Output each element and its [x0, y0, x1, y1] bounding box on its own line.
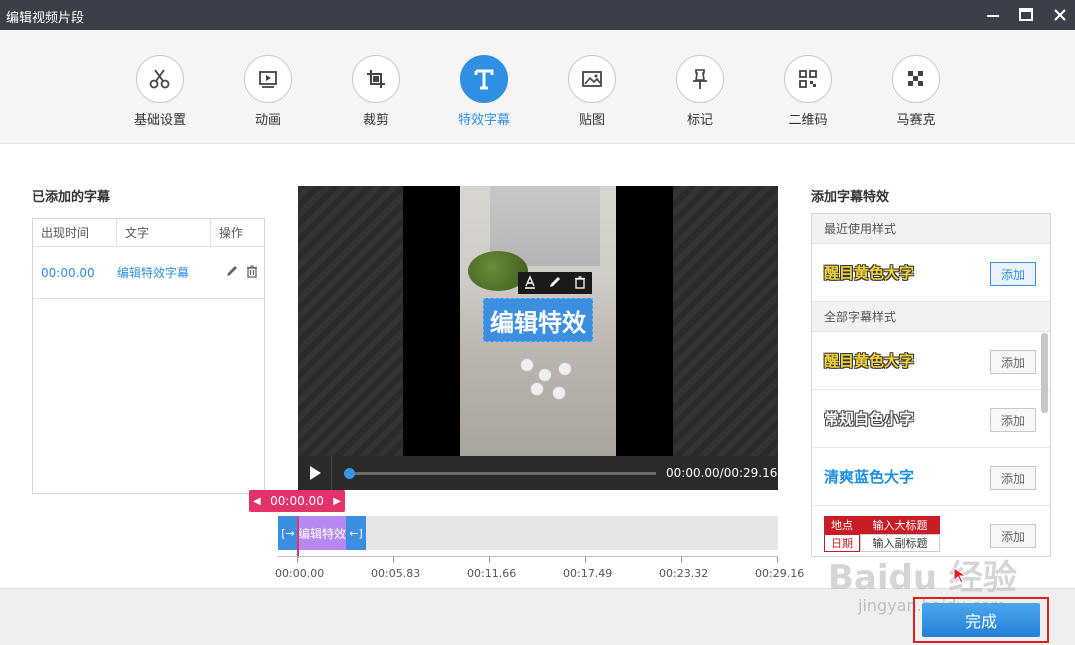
tab-label: 特效字幕 — [457, 113, 510, 128]
maximize-icon — [1019, 8, 1033, 21]
video-preview: 编辑特效 00:00.00/00:29.16 — [298, 186, 778, 490]
mosaic-icon — [892, 55, 940, 103]
font-style-icon[interactable] — [523, 274, 537, 292]
tool-tabs: 基础设置 动画 裁剪 特效字幕 贴图 标记 二维码 马赛克 — [0, 30, 1075, 144]
text-icon — [460, 55, 508, 103]
style-name: 醒目黄色大字 — [824, 352, 915, 370]
tab-mark[interactable]: 标记 — [655, 55, 745, 130]
tab-label: 基础设置 — [133, 113, 186, 128]
add-style-button[interactable]: 添加 — [990, 408, 1036, 432]
style-name: 醒目黄色大字 — [824, 264, 915, 282]
column-header: 出现时间 — [33, 219, 117, 246]
style-item[interactable]: 常规白色小字 添加 — [812, 390, 1050, 448]
play-icon — [309, 466, 321, 480]
delete-icon[interactable] — [245, 264, 259, 281]
done-button[interactable]: 完成 — [922, 603, 1040, 637]
styles-scrollbar[interactable] — [1041, 333, 1048, 413]
tick-label: 00:00.00 — [275, 567, 325, 580]
maximize-button[interactable] — [1014, 4, 1038, 26]
done-highlight: 完成 — [913, 597, 1049, 643]
style-cell: 输入大标题 — [860, 516, 940, 534]
add-effect-title: 添加字幕特效 — [811, 190, 890, 205]
qrcode-icon — [784, 55, 832, 103]
progress-handle[interactable] — [344, 468, 355, 479]
recent-styles-label: 最近使用样式 — [812, 214, 1050, 244]
tab-label: 标记 — [686, 113, 713, 128]
style-name: 清爽蓝色大字 — [824, 468, 915, 486]
clip-label: 编辑特效字 — [298, 527, 346, 541]
window-title: 编辑视频片段 — [6, 11, 85, 26]
close-icon — [1054, 9, 1066, 21]
delete-icon[interactable] — [573, 275, 587, 292]
style-item[interactable]: 醒目黄色大字 添加 — [812, 332, 1050, 390]
tab-sticker[interactable]: 贴图 — [547, 55, 637, 130]
current-time: 00:00.00 — [270, 494, 324, 508]
style-item[interactable]: 醒目黄色大字 添加 — [812, 244, 1050, 302]
tab-effect-subtitles[interactable]: 特效字幕 — [439, 55, 529, 130]
caption-overlay[interactable]: 编辑特效 — [483, 298, 593, 342]
tab-qrcode[interactable]: 二维码 — [763, 55, 853, 130]
close-button[interactable] — [1048, 4, 1072, 26]
scissors-icon — [136, 55, 184, 103]
pin-icon — [676, 55, 724, 103]
watermark-logo: Baidu 经验 — [828, 558, 1017, 598]
playhead[interactable] — [297, 516, 299, 558]
subtitle-time: 00:00.00 — [41, 265, 95, 280]
tick-label: 00:29.16 — [755, 567, 805, 580]
time-display: 00:00.00/00:29.16 — [666, 466, 778, 480]
crop-icon — [352, 55, 400, 103]
tab-label: 马赛克 — [896, 113, 936, 128]
tick-label: 00:17.49 — [563, 567, 613, 580]
tab-label: 动画 — [254, 113, 281, 128]
tab-label: 裁剪 — [362, 113, 389, 128]
tick-label: 00:11.66 — [467, 567, 517, 580]
all-styles-label: 全部字幕样式 — [812, 302, 1050, 332]
table-header: 出现时间 文字 操作 — [33, 219, 264, 247]
added-subtitles-title: 已添加的字幕 — [32, 190, 111, 205]
caption-toolbar — [518, 272, 592, 294]
add-style-button[interactable]: 添加 — [990, 262, 1036, 286]
add-style-button[interactable]: 添加 — [990, 466, 1036, 490]
subtitle-text: 编辑特效字幕 — [117, 266, 190, 280]
animation-icon — [244, 55, 292, 103]
column-header: 文字 — [117, 219, 211, 246]
tab-basic-settings[interactable]: 基础设置 — [115, 55, 205, 130]
tick-label: 00:23.32 — [659, 567, 709, 580]
step-back-icon[interactable]: ◀ — [253, 496, 261, 507]
subtitle-clip[interactable]: [→ 编辑特效字 ←] — [278, 516, 366, 550]
column-header: 操作 — [219, 226, 244, 240]
tab-label: 二维码 — [788, 113, 828, 128]
tab-animation[interactable]: 动画 — [223, 55, 313, 130]
tab-mosaic[interactable]: 马赛克 — [871, 55, 961, 130]
edit-icon[interactable] — [225, 264, 239, 281]
style-cell: 地点 — [824, 516, 860, 534]
player-controls: 00:00.00/00:29.16 — [298, 456, 778, 490]
cursor-icon — [953, 567, 968, 584]
table-row[interactable]: 00:00.00 编辑特效字幕 — [33, 247, 264, 299]
timeline-track[interactable]: [→ 编辑特效字 ←] — [278, 516, 778, 550]
subtitles-table: 出现时间 文字 操作 00:00.00 编辑特效字幕 — [32, 218, 265, 494]
clip-start-handle[interactable]: [→ — [278, 516, 298, 550]
play-button[interactable] — [298, 456, 332, 490]
row-actions — [221, 264, 259, 281]
tab-label: 贴图 — [578, 113, 605, 128]
tick-label: 00:05.83 — [371, 567, 421, 580]
clip-end-handle[interactable]: ←] — [346, 516, 366, 550]
minimize-button[interactable] — [981, 4, 1005, 26]
style-item[interactable]: 清爽蓝色大字 添加 — [812, 448, 1050, 506]
time-ruler — [278, 556, 778, 566]
current-time-tag[interactable]: ◀ 00:00.00 ▶ — [249, 490, 345, 512]
style-name: 常规白色小字 — [824, 410, 915, 428]
styles-panel: 最近使用样式 醒目黄色大字 添加 全部字幕样式 醒目黄色大字 添加 常规白色小字… — [811, 213, 1051, 557]
progress-track[interactable] — [348, 472, 656, 475]
image-icon — [568, 55, 616, 103]
add-style-button[interactable]: 添加 — [990, 350, 1036, 374]
title-bar: 编辑视频片段 — [0, 0, 1075, 30]
step-forward-icon[interactable]: ▶ — [333, 496, 341, 507]
tab-crop[interactable]: 裁剪 — [331, 55, 421, 130]
edit-icon[interactable] — [548, 275, 562, 292]
minimize-icon — [987, 15, 999, 17]
